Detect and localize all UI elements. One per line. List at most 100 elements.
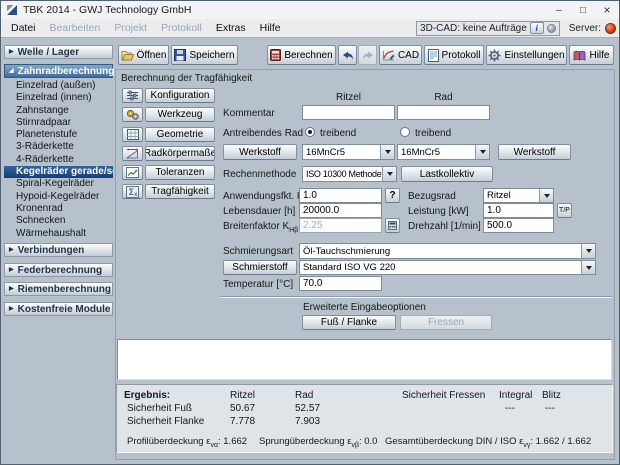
tolerance-chart-icon [126,167,139,178]
sidebar-item-kronenrad[interactable]: Kronenrad [4,203,113,215]
sidebar-section-welle-lager[interactable]: ▶ Welle / Lager [4,45,113,59]
sidebar-item-einzelrad-innen[interactable]: Einzelrad (innen) [4,92,113,104]
sidebar-item-3-raederkette[interactable]: 3-Räderkette [4,141,113,153]
radkoerpermasse-button[interactable]: Radkörpermaße [145,146,215,161]
werkstoff-rad-button[interactable]: Werkstoff [498,144,571,160]
geometrie-button[interactable]: Geometrie [145,127,215,142]
protocol-button[interactable]: Protokoll [424,45,484,65]
section-label: Federberechnung [17,264,103,276]
settings-button[interactable]: Einstellungen [486,45,567,65]
maximize-button[interactable]: □ [571,1,595,19]
app-window: TBK 2014 - GWJ Technology GmbH – □ × Dat… [0,0,620,465]
sidebar-item-zahnstange[interactable]: Zahnstange [4,105,113,117]
bezugsrad-label: Bezugsrad [408,191,456,202]
bezugsrad-dropdown[interactable]: Ritzel [483,188,554,203]
section-label: Zahnradberechnung [17,65,115,77]
app-logo-icon [6,4,18,16]
sidebar-item-spiral-kegelraeder[interactable]: Spiral-Kegelräder [4,178,113,190]
radkoerpermasse-icon-button[interactable] [122,146,143,161]
result-value: 52.57 [295,403,321,414]
chevron-right-icon: ▶ [9,306,14,312]
redo-arrow-icon [362,51,373,59]
minimize-button[interactable]: – [547,1,571,19]
sidebar-section-riemenberechnung[interactable]: ▶ Riemenberechnung [4,282,113,296]
menu-extras[interactable]: Extras [209,20,253,36]
sidebar-section-federberechnung[interactable]: ▶ Federberechnung [4,263,113,277]
drehzahl-input[interactable] [483,218,554,233]
treibend-rad-radio[interactable] [400,127,410,137]
sidebar-item-hypoid-kegelraeder[interactable]: Hypoid-Kegelräder [4,191,113,203]
sidebar-section-verbindungen[interactable]: ▶ Verbindungen [4,243,113,257]
werkzeug-button[interactable]: Werkzeug [145,107,215,122]
calculate-button[interactable]: Berechnen [267,45,336,65]
mini-calculator-icon [388,221,397,230]
lebensdauer-label: Lebensdauer [h] [223,206,296,217]
menu-protokoll: Protokoll [161,22,202,34]
werkzeug-icon-button[interactable] [122,107,143,122]
toleranzen-icon-button[interactable] [122,165,143,180]
konfiguration-icon-button[interactable] [122,88,143,103]
cad-status-box: 3D-CAD: keine Aufträge i [416,20,560,36]
tragfaehigkeit-button[interactable]: Tragfähigkeit [145,184,215,199]
schmierungsart-dropdown[interactable]: Öl-Tauchschmierung [299,243,596,259]
toleranzen-button[interactable]: Toleranzen [145,165,215,180]
lebensdauer-input[interactable] [299,203,382,218]
torque-power-toggle-button[interactable]: T/P [557,203,572,218]
treibend-ritzel-radio[interactable] [305,127,315,137]
sidebar-item-4-raederkette[interactable]: 4-Räderkette [4,154,113,166]
dropdown-arrow-icon[interactable] [475,145,489,159]
tragfaehigkeit-icon-button[interactable]: Σx [122,184,143,199]
rechenmethode-dropdown[interactable]: ISO 10300 Methode B1 [302,166,397,182]
sprung-ueberdeckung-value: Sprungüberdeckung εvβ: 0.0 [259,436,378,449]
leistung-input[interactable] [483,203,554,218]
geometrie-icon-button[interactable] [122,127,143,142]
schmierstoff-button[interactable]: Schmierstoff [223,260,297,275]
temperatur-input[interactable] [299,276,382,291]
window-title: TBK 2014 - GWJ Technology GmbH [23,4,192,16]
info-button[interactable]: i [529,22,544,34]
menu-hilfe[interactable]: Hilfe [253,20,288,36]
kommentar-label: Kommentar [223,108,275,119]
kommentar-ritzel-input[interactable] [302,105,395,120]
open-button[interactable]: Öffnen [118,45,169,65]
save-button[interactable]: Speichern [171,45,238,65]
separator-line [221,296,612,298]
results-col-blitz: Blitz [542,390,561,401]
sidebar-section-zahnradberechnung[interactable]: ◢ Zahnradberechnung [4,64,115,78]
sidebar-section-kostenfreie-module[interactable]: ▶ Kostenfreie Module [4,302,113,316]
sidebar-item-kegelraeder-selected[interactable]: Kegelräder gerade/schräg [4,166,113,179]
dropdown-arrow-icon[interactable] [382,167,396,181]
profil-ueberdeckung-value: Profilüberdeckung εvα: 1.662 [127,436,248,449]
close-button[interactable]: × [595,1,619,19]
undo-button[interactable] [338,45,357,65]
menu-datei[interactable]: Datei [4,20,43,36]
fuss-flanke-button[interactable]: Fuß / Flanke [302,315,396,330]
konfiguration-button[interactable]: Konfiguration [145,88,215,103]
anwendungsfaktor-input[interactable] [299,188,382,203]
werkstoff-ritzel-button[interactable]: Werkstoff [223,144,297,160]
dropdown-arrow-icon[interactable] [380,145,394,159]
calculator-icon [270,49,282,61]
dropdown-arrow-icon[interactable] [581,244,595,258]
dropdown-arrow-icon[interactable] [581,261,595,274]
antreibendes-rad-label: Antreibendes Rad [223,128,304,139]
results-col-fressen: Sicherheit Fressen [402,390,486,401]
dropdown-arrow-icon[interactable] [539,189,553,202]
schmierstoff-dropdown[interactable]: Standard ISO VG 220 [299,260,596,275]
results-panel: Ergebnis: Ritzel Rad Sicherheit Fressen … [116,384,613,453]
lastkollektiv-button[interactable]: Lastkollektiv [401,166,493,182]
kommentar-rad-input[interactable] [397,105,490,120]
sidebar-item-stirnradpaar[interactable]: Stirnradpaar [4,117,113,129]
help-book-icon [574,50,586,61]
breitenfaktor-calc-button[interactable] [385,218,400,233]
help-button[interactable]: Hilfe [569,45,614,65]
sidebar-item-schnecken[interactable]: Schnecken [4,215,113,227]
anwendungsfaktor-help-button[interactable]: ? [385,188,400,203]
sidebar-item-einzelrad-aussen[interactable]: Einzelrad (außen) [4,80,113,92]
werkstoff-ritzel-dropdown[interactable]: 16MnCr5 [302,144,395,160]
werkstoff-rad-dropdown[interactable]: 16MnCr5 [397,144,490,160]
sidebar-item-planetenstufe[interactable]: Planetenstufe [4,129,113,141]
cad-button[interactable]: CAD [379,45,422,65]
sidebar-item-waermehaushalt[interactable]: Wärmehaushalt [4,228,113,240]
breitenfaktor-label: Breitenfaktor KHβ [-] [223,221,310,234]
